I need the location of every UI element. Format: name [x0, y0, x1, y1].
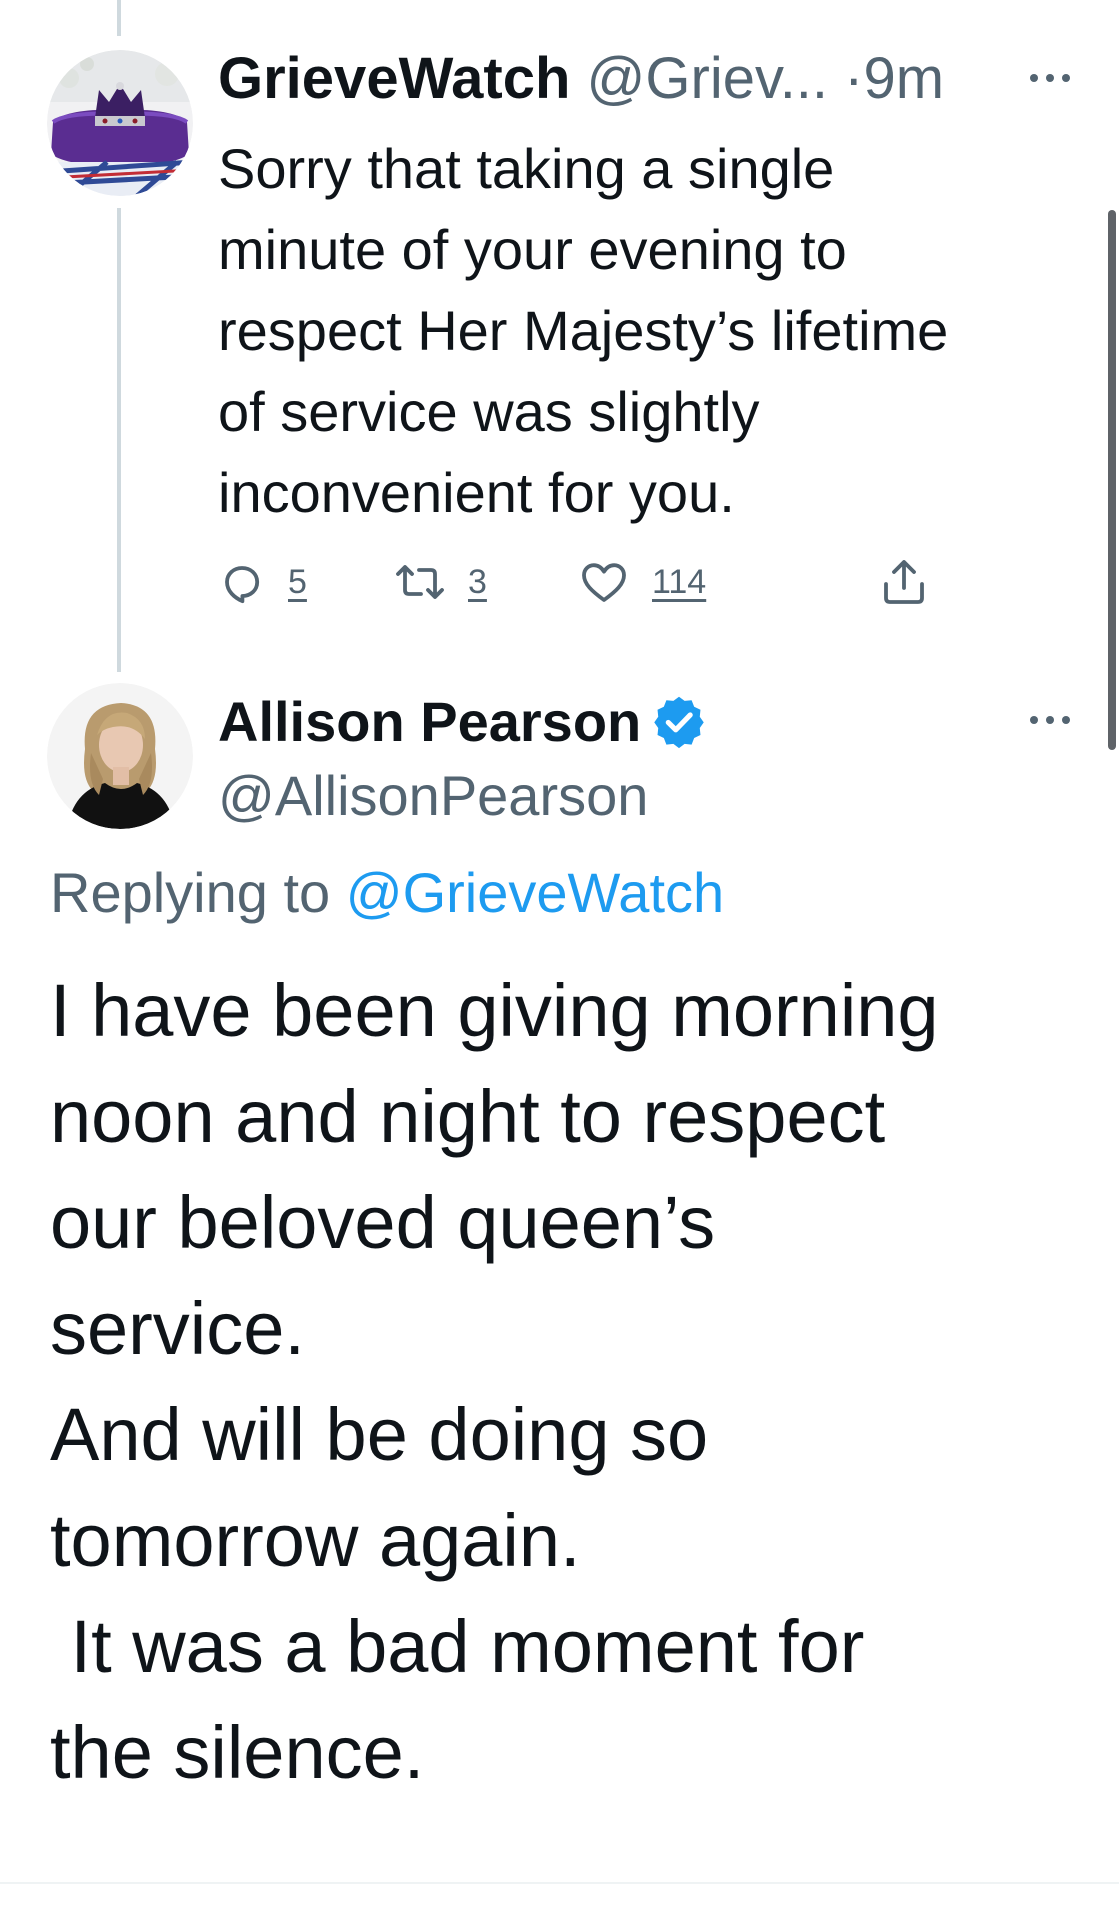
reply-more-options-button[interactable] [1026, 700, 1074, 740]
share-button[interactable] [878, 552, 930, 612]
heart-icon [582, 563, 626, 602]
parent-tweet-line: Sorry that taking a single [218, 137, 835, 200]
verified-badge-icon[interactable] [651, 693, 707, 749]
parent-timestamp[interactable]: 9m [864, 46, 945, 111]
replying-to-label: Replying to [50, 861, 346, 924]
parent-tweet-actions: 5 3 114 [218, 552, 978, 612]
reply-icon [225, 566, 260, 604]
parent-time-separator: · [844, 46, 864, 111]
reply-tweet-line: I have been giving morning [50, 969, 939, 1052]
parent-display-name[interactable]: GrieveWatch [218, 46, 570, 111]
parent-more-options-button[interactable] [1026, 58, 1074, 98]
retweet-button[interactable]: 3 [394, 552, 487, 612]
more-options-icon [1030, 716, 1070, 724]
like-count: 114 [652, 562, 707, 601]
thread-connector-line-top [117, 0, 121, 36]
parent-handle[interactable]: @Griev... [587, 46, 829, 111]
parent-tweet-line: inconvenient for you. [218, 461, 735, 524]
thread-connector-line [117, 208, 121, 672]
replying-to-mention-link[interactable]: @GrieveWatch [346, 861, 724, 924]
reply-tweet-text: I have been giving morning noon and nigh… [50, 958, 1090, 1806]
bottom-divider [0, 1882, 1119, 1884]
reply-tweet-line: And will be doing so [50, 1393, 709, 1476]
reply-avatar[interactable] [47, 683, 193, 829]
reply-count: 5 [288, 562, 307, 601]
replying-to-line: Replying to @GrieveWatch [50, 857, 724, 929]
parent-tweet-header: GrieveWatch @Griev... ·9m [218, 44, 944, 114]
like-button[interactable]: 114 [578, 552, 706, 612]
reply-handle[interactable]: @AllisonPearson [218, 760, 648, 832]
parent-avatar[interactable] [47, 50, 193, 196]
parent-tweet-line: respect Her Majesty’s lifetime [218, 299, 949, 362]
reply-button[interactable]: 5 [218, 552, 307, 612]
crown-on-cushion-avatar-icon [47, 50, 193, 196]
reply-tweet-line: service. [50, 1287, 305, 1370]
reply-tweet-line: noon and night to respect [50, 1075, 886, 1158]
share-icon [884, 560, 924, 604]
reply-tweet-line: It was a bad moment for [50, 1605, 865, 1688]
scrollbar[interactable] [1108, 210, 1116, 750]
retweet-icon [396, 565, 444, 599]
parent-tweet-text: Sorry that taking a single minute of you… [218, 128, 1098, 533]
reply-display-name[interactable]: Allison Pearson [218, 689, 641, 754]
reply-name-row: Allison Pearson [218, 685, 707, 757]
profile-photo-avatar-icon [47, 683, 193, 829]
reply-tweet-line: tomorrow again. [50, 1499, 581, 1582]
reply-tweet-line: the silence. [50, 1711, 425, 1794]
retweet-count: 3 [468, 562, 487, 601]
more-options-icon [1030, 74, 1070, 82]
reply-tweet-line: our beloved queen’s [50, 1181, 716, 1264]
parent-tweet-line: of service was slightly [218, 380, 760, 443]
parent-tweet-line: minute of your evening to [218, 218, 847, 281]
